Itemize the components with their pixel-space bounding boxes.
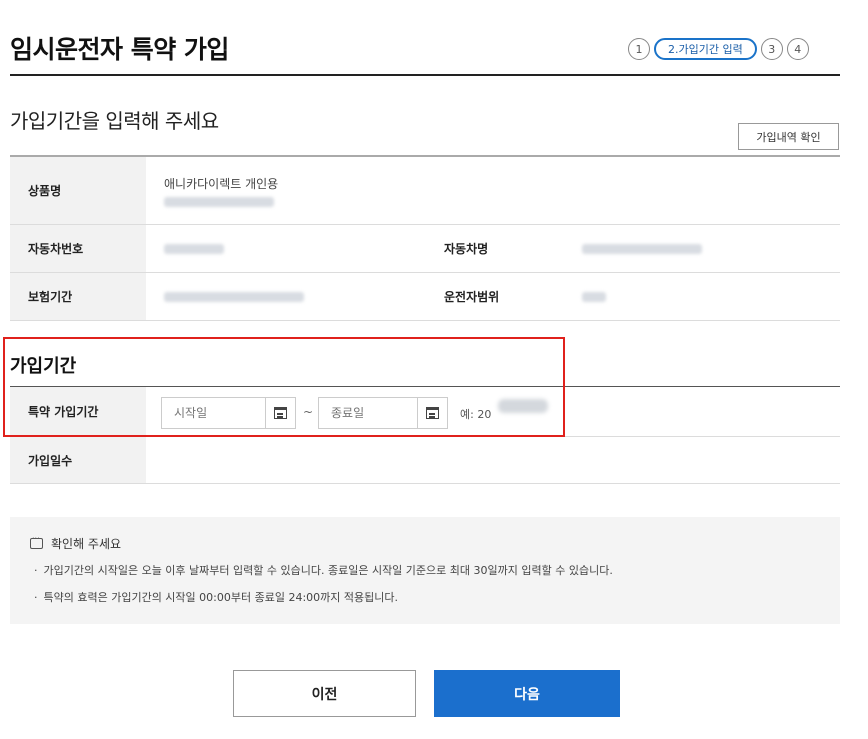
join-period-title: 가입기간: [10, 356, 77, 377]
insurance-period-label: 보험기간: [10, 273, 146, 320]
step-3: 3: [760, 38, 783, 60]
start-date-calendar-button[interactable]: [265, 398, 295, 428]
notice-title: 확인해 주세요: [51, 537, 122, 551]
end-date-calendar-button[interactable]: [417, 398, 447, 428]
page-title: 임시운전자 특약 가입: [10, 35, 229, 64]
date-example-hint: 예: 20: [460, 408, 492, 421]
redacted-insurance-period: [164, 291, 304, 302]
date-range-separator: ~: [303, 405, 314, 419]
insurance-info-table: 상품명 애니카다이렉트 개인용 자동차번호 자동차명 보험기간 운전자범위: [10, 155, 840, 321]
product-value: 애니카다이렉트 개인용: [164, 176, 279, 191]
end-date-input[interactable]: [319, 398, 417, 428]
section-subtitle: 가입기간을 입력해 주세요: [10, 109, 219, 133]
redacted-car-name: [582, 243, 702, 254]
driver-range-label: 운전자범위: [426, 273, 564, 320]
end-date-field: [318, 397, 448, 429]
notice-item: 가입기간의 시작일은 오늘 이후 날짜부터 입력할 수 있습니다. 종료일은 시…: [30, 562, 820, 578]
calendar-icon: [274, 407, 287, 419]
table-row-car: 자동차번호 자동차명: [10, 225, 840, 273]
step-4: 4: [786, 38, 809, 60]
notice-item: 특약의 효력은 가입기간의 시작일 00:00부터 종료일 24:00까지 적용…: [30, 589, 820, 605]
redacted-driver-range: [582, 291, 606, 302]
join-days-label: 가입일수: [10, 437, 146, 483]
join-period-label: 특약 가입기간: [10, 387, 146, 436]
speech-bubble-icon: [30, 534, 43, 549]
notice-box: 확인해 주세요 가입기간의 시작일은 오늘 이후 날짜부터 입력할 수 있습니다…: [10, 517, 840, 624]
prev-button[interactable]: 이전: [233, 670, 416, 717]
table-row-period: 보험기간 운전자범위: [10, 273, 840, 321]
product-label: 상품명: [10, 157, 146, 224]
redacted-product-detail: [164, 196, 274, 207]
title-divider: [10, 74, 840, 76]
step-1: 1: [628, 38, 650, 60]
car-name-label: 자동차명: [426, 225, 564, 272]
step-2-active: 2.가입기간 입력: [654, 38, 757, 60]
redacted-car-number: [164, 243, 224, 254]
redacted-example-date: [498, 399, 548, 413]
table-row-product: 상품명 애니카다이렉트 개인용: [10, 157, 840, 225]
view-history-button[interactable]: 가입내역 확인: [738, 123, 839, 150]
car-number-label: 자동차번호: [10, 225, 146, 272]
next-button[interactable]: 다음: [434, 670, 620, 717]
start-date-input[interactable]: [162, 398, 265, 428]
table-row-join-days: 가입일수: [10, 437, 840, 484]
calendar-icon: [426, 407, 439, 419]
start-date-field: [161, 397, 296, 429]
step-indicator: 1 2.가입기간 입력 3 4: [628, 37, 809, 61]
